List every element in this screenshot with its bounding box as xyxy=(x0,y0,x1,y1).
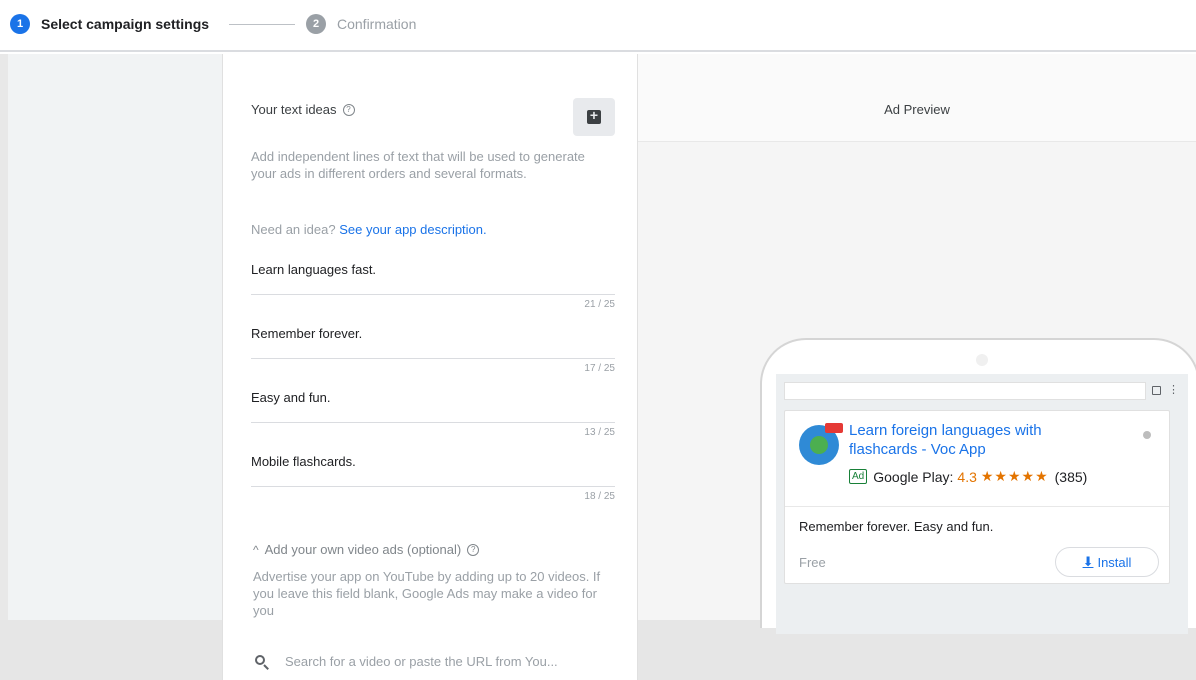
text-idea-field[interactable]: Mobile flashcards. 18 / 25 xyxy=(251,454,615,502)
text-ideas-description: Add independent lines of text that will … xyxy=(251,149,585,181)
text-idea-value[interactable]: Mobile flashcards. xyxy=(251,454,615,478)
browser-address-bar xyxy=(784,382,1146,400)
campaign-stepper: 1 Select campaign settings 2 Confirmatio… xyxy=(0,0,1196,52)
help-icon[interactable]: ? xyxy=(467,543,480,556)
rating-value: 4.3 xyxy=(957,468,977,485)
text-idea-value[interactable]: Remember forever. xyxy=(251,326,615,350)
left-gutter xyxy=(0,54,222,680)
phone-camera xyxy=(976,354,988,366)
field-underline xyxy=(251,422,615,423)
step-select-campaign-settings[interactable]: 1 Select campaign settings xyxy=(10,14,209,34)
app-icon xyxy=(799,423,843,465)
help-icon[interactable]: ? xyxy=(342,103,355,116)
notification-badge-icon xyxy=(825,423,843,433)
text-idea-field[interactable]: Easy and fun. 13 / 25 xyxy=(251,390,615,438)
ad-description: Remember forever. Easy and fun. xyxy=(799,519,994,534)
star-rating-icon: ★★★★★ xyxy=(980,468,1049,484)
ad-meta: Ad Google Play: 4.3 ★★★★★ (385) xyxy=(849,468,1087,485)
phone-mockup: ⋮ Learn foreign languages with flashcard… xyxy=(760,338,1196,634)
text-idea-value[interactable]: Learn languages fast. xyxy=(251,262,615,286)
field-underline xyxy=(251,294,615,295)
more-vert-icon: ⋮ xyxy=(1168,384,1179,396)
preview-title: Ad Preview xyxy=(884,102,950,117)
text-idea-field[interactable]: Learn languages fast. 21 / 25 xyxy=(251,262,615,310)
ad-headline[interactable]: Learn foreign languages with flashcards … xyxy=(849,421,1109,459)
ad-label-badge: Ad xyxy=(849,469,868,484)
text-ideas-title-label: Your text ideas xyxy=(251,102,337,117)
video-ads-toggle[interactable]: ^ Add your own video ads (optional) ? xyxy=(253,542,480,557)
character-counter: 18 / 25 xyxy=(584,491,615,502)
video-ads-description: Advertise your app on YouTube by adding … xyxy=(253,569,601,618)
step-number-badge: 2 xyxy=(306,14,326,34)
step-label: Select campaign settings xyxy=(41,16,210,32)
field-underline xyxy=(251,486,615,487)
character-counter: 17 / 25 xyxy=(584,363,615,374)
text-ideas-title: Your text ideas ? xyxy=(251,102,355,117)
step-number-badge: 1 xyxy=(10,14,30,34)
text-idea-value[interactable]: Easy and fun. xyxy=(251,390,615,414)
install-label: Install xyxy=(1097,554,1132,570)
add-comment-icon xyxy=(587,107,601,124)
info-dot-icon xyxy=(1143,431,1151,439)
phone-screen: ⋮ Learn foreign languages with flashcard… xyxy=(776,374,1188,634)
ad-header: Learn foreign languages with flashcards … xyxy=(785,411,1169,507)
text-idea-field[interactable]: Remember forever. 17 / 25 xyxy=(251,326,615,374)
download-icon: ⬇ xyxy=(1082,554,1094,569)
video-ads-title: Add your own video ads (optional) xyxy=(264,542,462,557)
install-button[interactable]: ⬇ Install xyxy=(1055,547,1159,577)
preview-header: Ad Preview xyxy=(638,54,1196,142)
field-underline xyxy=(251,358,615,359)
step-confirmation[interactable]: 2 Confirmation xyxy=(306,14,416,34)
step-connector xyxy=(229,24,295,25)
video-search-placeholder[interactable]: Search for a video or paste the URL from… xyxy=(285,654,558,669)
tabs-icon xyxy=(1152,386,1161,395)
step-label: Confirmation xyxy=(337,16,417,32)
chevron-up-icon: ^ xyxy=(253,542,259,557)
search-icon xyxy=(255,654,269,670)
left-strip xyxy=(0,54,8,680)
idea-prompt: Need an idea? xyxy=(251,222,336,237)
idea-hint: Need an idea? See your app description. xyxy=(251,222,487,237)
video-search-input[interactable]: Search for a video or paste the URL from… xyxy=(255,654,558,670)
text-ideas-panel: Your text ideas ? Add independent lines … xyxy=(222,54,638,680)
add-text-idea-button[interactable] xyxy=(573,98,615,136)
store-name: Google Play: xyxy=(873,468,954,485)
app-description-link[interactable]: See your app description. xyxy=(339,222,486,237)
graduation-cap-icon xyxy=(810,436,828,454)
review-count: (385) xyxy=(1054,468,1088,485)
character-counter: 21 / 25 xyxy=(584,299,615,310)
app-ad-card[interactable]: Learn foreign languages with flashcards … xyxy=(784,410,1170,584)
character-counter: 13 / 25 xyxy=(584,427,615,438)
ad-price: Free xyxy=(799,555,826,570)
